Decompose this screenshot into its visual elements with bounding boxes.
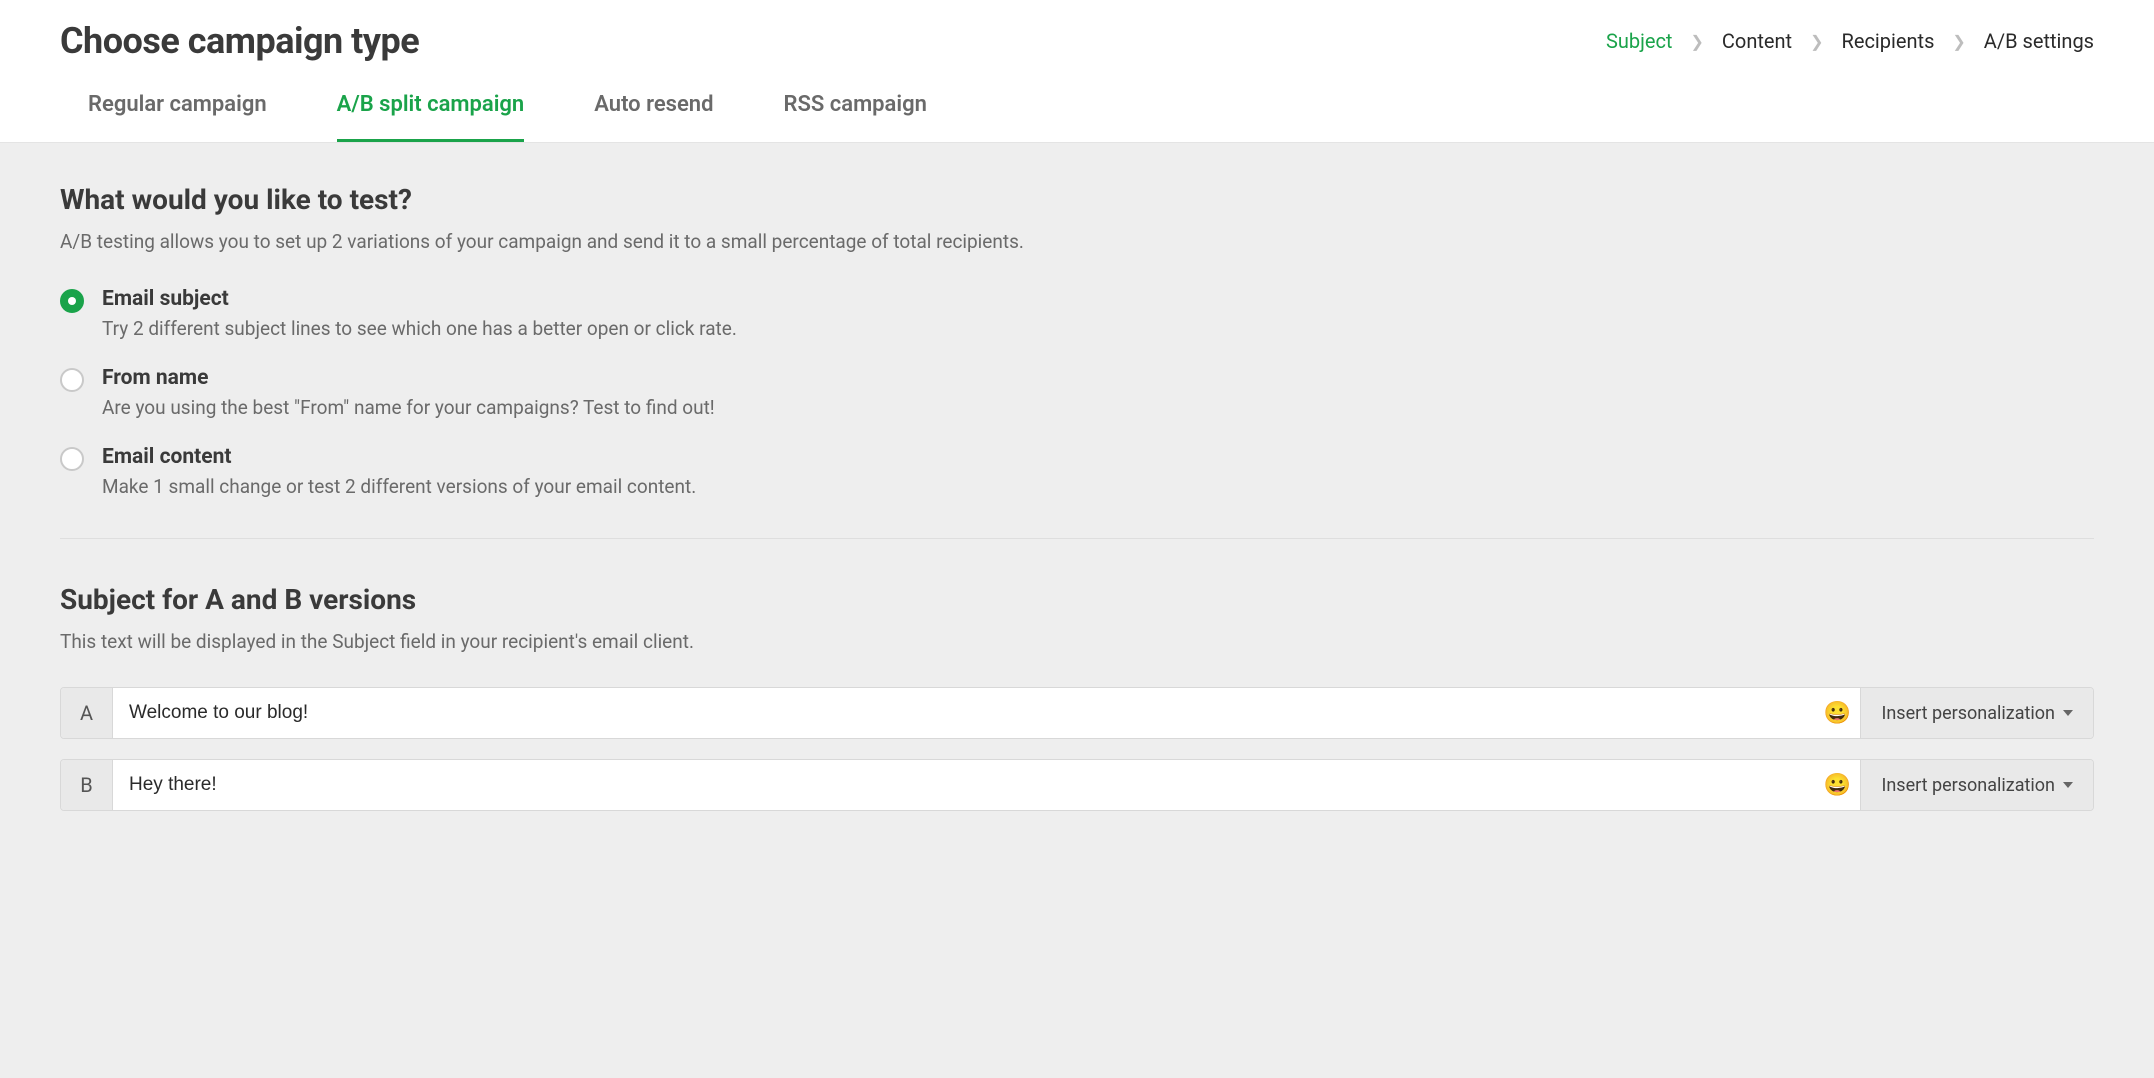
option-desc: Try 2 different subject lines to see whi…	[102, 317, 737, 340]
option-email-subject[interactable]: Email subject Try 2 different subject li…	[60, 287, 2094, 340]
option-label: Email content	[102, 445, 696, 469]
section-divider	[60, 538, 2094, 539]
chevron-down-icon	[2063, 782, 2073, 788]
breadcrumb: Subject ❯ Content ❯ Recipients ❯ A/B set…	[1606, 29, 2094, 53]
breadcrumb-subject[interactable]: Subject	[1606, 29, 1673, 53]
tab-rss-campaign[interactable]: RSS campaign	[783, 92, 926, 142]
personalization-label: Insert personalization	[1881, 775, 2055, 796]
subject-section-title: Subject for A and B versions	[60, 583, 2094, 616]
test-section-desc: A/B testing allows you to set up 2 varia…	[60, 230, 2094, 253]
tab-regular-campaign[interactable]: Regular campaign	[88, 92, 267, 142]
campaign-type-tabs: Regular campaign A/B split campaign Auto…	[60, 92, 2094, 142]
subject-input-row-b: B 😀 Insert personalization	[60, 759, 2094, 811]
breadcrumb-recipients[interactable]: Recipients	[1842, 29, 1935, 53]
version-badge-a: A	[61, 688, 113, 738]
radio-button[interactable]	[60, 368, 84, 392]
insert-personalization-button[interactable]: Insert personalization	[1860, 760, 2093, 810]
test-options: Email subject Try 2 different subject li…	[60, 287, 2094, 498]
subject-section-desc: This text will be displayed in the Subje…	[60, 630, 2094, 653]
version-badge-b: B	[61, 760, 113, 810]
option-desc: Make 1 small change or test 2 different …	[102, 475, 696, 498]
tab-ab-split-campaign[interactable]: A/B split campaign	[337, 92, 525, 142]
emoji-icon[interactable]: 😀	[1814, 760, 1860, 810]
option-from-name[interactable]: From name Are you using the best "From" …	[60, 366, 2094, 419]
main-content: What would you like to test? A/B testing…	[0, 143, 2154, 871]
page-title: Choose campaign type	[60, 20, 419, 62]
tab-auto-resend[interactable]: Auto resend	[594, 92, 713, 142]
subject-input-b[interactable]	[113, 760, 1814, 810]
breadcrumb-content[interactable]: Content	[1722, 29, 1792, 53]
header: Choose campaign type Subject ❯ Content ❯…	[0, 0, 2154, 143]
insert-personalization-button[interactable]: Insert personalization	[1860, 688, 2093, 738]
radio-button[interactable]	[60, 447, 84, 471]
subject-input-a[interactable]	[113, 688, 1814, 738]
option-label: From name	[102, 366, 715, 390]
subject-input-row-a: A 😀 Insert personalization	[60, 687, 2094, 739]
option-label: Email subject	[102, 287, 737, 311]
emoji-icon[interactable]: 😀	[1814, 688, 1860, 738]
breadcrumb-ab-settings[interactable]: A/B settings	[1984, 29, 2094, 53]
option-desc: Are you using the best "From" name for y…	[102, 396, 715, 419]
personalization-label: Insert personalization	[1881, 703, 2055, 724]
chevron-right-icon: ❯	[1690, 32, 1703, 51]
option-email-content[interactable]: Email content Make 1 small change or tes…	[60, 445, 2094, 498]
test-section-title: What would you like to test?	[60, 183, 2094, 216]
chevron-down-icon	[2063, 710, 2073, 716]
chevron-right-icon: ❯	[1952, 32, 1965, 51]
chevron-right-icon: ❯	[1810, 32, 1823, 51]
radio-button[interactable]	[60, 289, 84, 313]
